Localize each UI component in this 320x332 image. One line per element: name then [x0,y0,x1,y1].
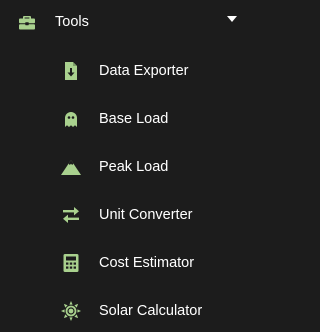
tools-group-header[interactable]: Tools [0,0,250,44]
menu-item-label: Peak Load [99,159,169,175]
exchange-arrows-icon [60,204,82,226]
menu-item-label: Data Exporter [99,63,189,79]
file-download-icon [60,60,82,82]
menu-item-label: Solar Calculator [99,303,203,319]
menu-item-solar-calculator[interactable]: Solar Calculator [0,288,250,332]
menu-item-label: Cost Estimator [99,255,195,271]
toolbox-icon [17,12,37,32]
menu-item-label: Unit Converter [99,207,193,223]
menu-item-peak-load[interactable]: Peak Load [0,144,250,188]
menu-item-unit-converter[interactable]: Unit Converter [0,192,250,236]
menu-item-base-load[interactable]: Base Load [0,96,250,140]
ghost-icon [60,108,82,130]
menu-item-cost-estimator[interactable]: Cost Estimator [0,240,250,284]
sidebar-menu: Tools Data Exporter Base Load Peak Load … [0,0,250,331]
menu-item-data-exporter[interactable]: Data Exporter [0,48,250,92]
mountain-icon [60,156,82,178]
menu-item-label: Base Load [99,111,169,127]
sun-icon [60,300,82,322]
calculator-icon [60,252,82,274]
tools-group-label: Tools [55,14,89,30]
caret-down-icon[interactable] [226,15,238,23]
